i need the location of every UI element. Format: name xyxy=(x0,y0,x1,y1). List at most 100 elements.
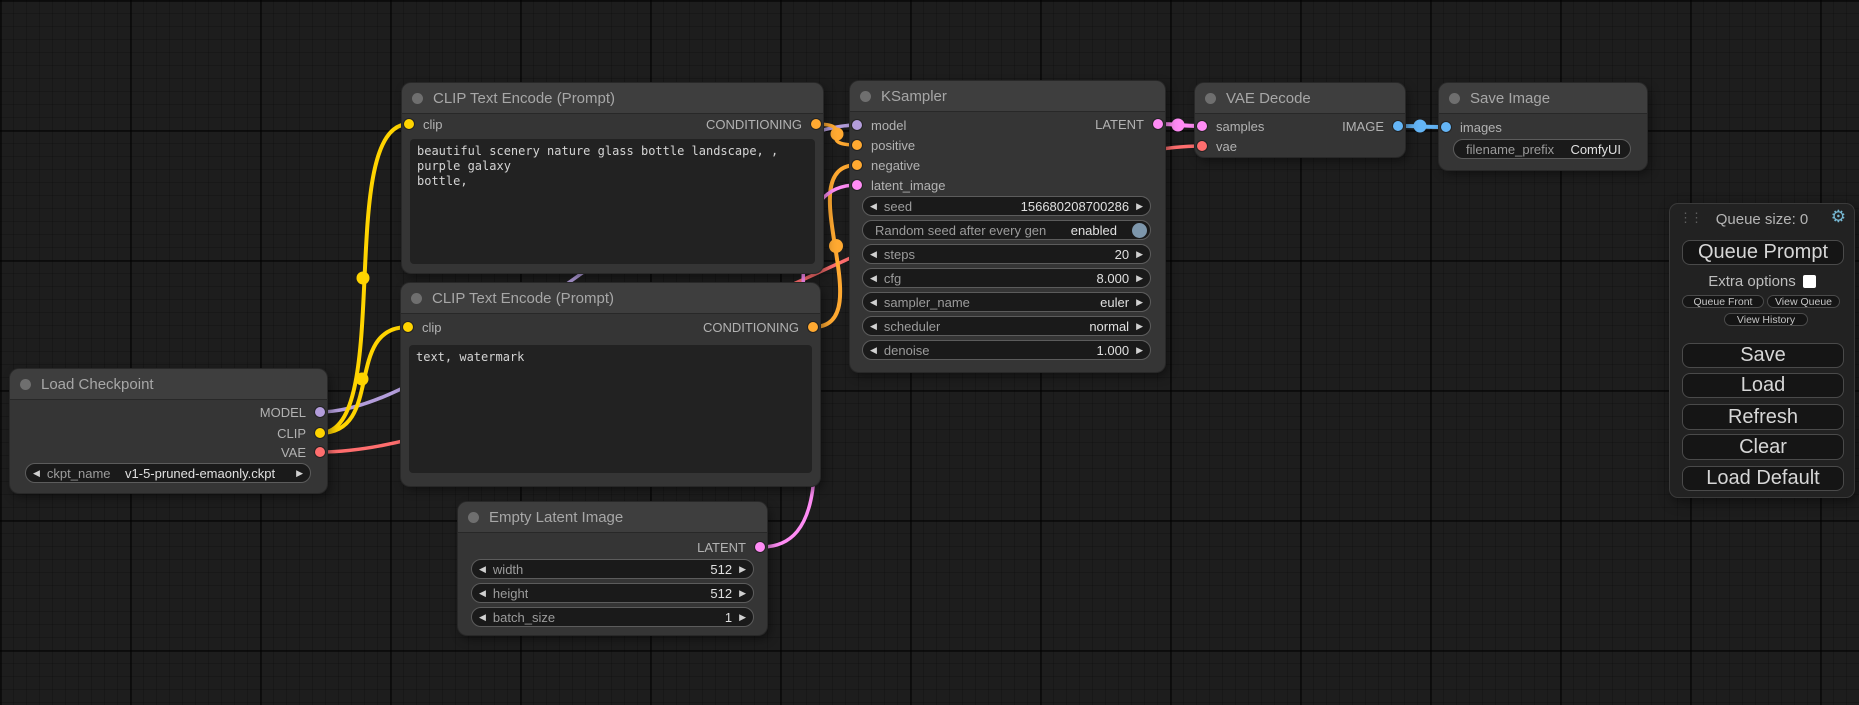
prompt-textarea[interactable]: text, watermark xyxy=(409,345,812,473)
port-dot-icon[interactable] xyxy=(808,322,818,332)
output-port-conditioning[interactable]: CONDITIONING xyxy=(703,321,818,333)
input-port-negative[interactable]: negative xyxy=(852,159,920,171)
decrement-arrow-icon[interactable]: ◀ xyxy=(870,250,877,259)
load-default-button[interactable]: Load Default xyxy=(1682,466,1844,491)
decrement-arrow-icon[interactable]: ◀ xyxy=(479,589,486,598)
input-port-vae[interactable]: vae xyxy=(1197,140,1237,152)
graph-canvas[interactable]: Load Checkpoint MODEL CLIP VAE ◀ ckpt_na… xyxy=(0,0,1859,705)
widget-random-seed-toggle[interactable]: Random seed after every gen enabled xyxy=(862,220,1151,240)
node-empty-latent-image[interactable]: Empty Latent Image LATENT ◀ width 512 ▶ … xyxy=(458,502,767,635)
widget-denoise[interactable]: ◀ denoise 1.000 ▶ xyxy=(862,340,1151,360)
input-port-positive[interactable]: positive xyxy=(852,139,915,151)
decrement-arrow-icon[interactable]: ◀ xyxy=(870,346,877,355)
input-port-images[interactable]: images xyxy=(1441,121,1502,133)
node-title-bar[interactable]: Empty Latent Image xyxy=(458,502,767,533)
widget-batch-size[interactable]: ◀ batch_size 1 ▶ xyxy=(471,607,754,627)
output-port-model[interactable]: MODEL xyxy=(260,406,325,418)
input-port-model[interactable]: model xyxy=(852,119,906,131)
node-clip-text-encode-positive[interactable]: CLIP Text Encode (Prompt) clip CONDITION… xyxy=(402,83,823,273)
increment-arrow-icon[interactable]: ▶ xyxy=(739,613,746,622)
widget-filename-prefix[interactable]: filename_prefix ComfyUI xyxy=(1453,139,1631,159)
port-dot-icon[interactable] xyxy=(852,160,862,170)
toggle-dot-icon[interactable] xyxy=(1132,223,1147,238)
increment-arrow-icon[interactable]: ▶ xyxy=(1136,250,1143,259)
node-title-bar[interactable]: KSampler xyxy=(850,81,1165,112)
output-port-latent[interactable]: LATENT xyxy=(697,541,765,553)
input-port-clip[interactable]: clip xyxy=(404,118,443,130)
output-port-latent[interactable]: LATENT xyxy=(1095,118,1163,130)
collapse-dot-icon[interactable] xyxy=(412,93,423,104)
node-title-bar[interactable]: CLIP Text Encode (Prompt) xyxy=(402,83,823,114)
port-dot-icon[interactable] xyxy=(315,428,325,438)
settings-gear-icon[interactable]: ⚙ xyxy=(1831,208,1846,225)
input-port-latent-image[interactable]: latent_image xyxy=(852,179,945,191)
output-port-image[interactable]: IMAGE xyxy=(1342,120,1403,132)
node-title-bar[interactable]: CLIP Text Encode (Prompt) xyxy=(401,283,820,314)
increment-arrow-icon[interactable]: ▶ xyxy=(739,565,746,574)
load-button[interactable]: Load xyxy=(1682,373,1844,398)
collapse-dot-icon[interactable] xyxy=(468,512,479,523)
port-dot-icon[interactable] xyxy=(404,119,414,129)
port-dot-icon[interactable] xyxy=(811,119,821,129)
node-save-image[interactable]: Save Image images filename_prefix ComfyU… xyxy=(1439,83,1647,170)
view-queue-button[interactable]: View Queue xyxy=(1767,295,1840,308)
decrement-arrow-icon[interactable]: ◀ xyxy=(479,565,486,574)
port-dot-icon[interactable] xyxy=(315,447,325,457)
increment-arrow-icon[interactable]: ▶ xyxy=(739,589,746,598)
prompt-textarea[interactable]: beautiful scenery nature glass bottle la… xyxy=(410,139,815,264)
node-title-bar[interactable]: Save Image xyxy=(1439,83,1647,114)
queue-front-button[interactable]: Queue Front xyxy=(1682,295,1764,308)
port-dot-icon[interactable] xyxy=(315,407,325,417)
decrement-arrow-icon[interactable]: ◀ xyxy=(870,298,877,307)
port-dot-icon[interactable] xyxy=(1197,141,1207,151)
widget-ckpt-name[interactable]: ◀ ckpt_name v1-5-pruned-emaonly.ckpt ▶ xyxy=(25,463,311,483)
decrement-arrow-icon[interactable]: ◀ xyxy=(479,613,486,622)
collapse-dot-icon[interactable] xyxy=(411,293,422,304)
input-port-samples[interactable]: samples xyxy=(1197,120,1264,132)
increment-arrow-icon[interactable]: ▶ xyxy=(296,469,303,478)
clear-button[interactable]: Clear xyxy=(1682,434,1844,460)
port-dot-icon[interactable] xyxy=(1197,121,1207,131)
refresh-button[interactable]: Refresh xyxy=(1682,404,1844,430)
collapse-dot-icon[interactable] xyxy=(20,379,31,390)
collapse-dot-icon[interactable] xyxy=(1449,93,1460,104)
increment-arrow-icon[interactable]: ▶ xyxy=(1136,274,1143,283)
port-dot-icon[interactable] xyxy=(755,542,765,552)
port-dot-icon[interactable] xyxy=(852,120,862,130)
decrement-arrow-icon[interactable]: ◀ xyxy=(870,322,877,331)
output-port-clip[interactable]: CLIP xyxy=(277,427,325,439)
widget-height[interactable]: ◀ height 512 ▶ xyxy=(471,583,754,603)
widget-scheduler[interactable]: ◀ scheduler normal ▶ xyxy=(862,316,1151,336)
output-port-vae[interactable]: VAE xyxy=(281,446,325,458)
increment-arrow-icon[interactable]: ▶ xyxy=(1136,202,1143,211)
port-dot-icon[interactable] xyxy=(1153,119,1163,129)
node-title-bar[interactable]: VAE Decode xyxy=(1195,83,1405,114)
decrement-arrow-icon[interactable]: ◀ xyxy=(870,202,877,211)
drag-handle-icon[interactable]: ⋮⋮ xyxy=(1679,211,1701,224)
port-dot-icon[interactable] xyxy=(852,180,862,190)
increment-arrow-icon[interactable]: ▶ xyxy=(1136,322,1143,331)
increment-arrow-icon[interactable]: ▶ xyxy=(1136,346,1143,355)
save-button[interactable]: Save xyxy=(1682,343,1844,368)
decrement-arrow-icon[interactable]: ◀ xyxy=(33,469,40,478)
node-vae-decode[interactable]: VAE Decode samples vae IMAGE xyxy=(1195,83,1405,157)
node-title-bar[interactable]: Load Checkpoint xyxy=(10,369,327,400)
collapse-dot-icon[interactable] xyxy=(860,91,871,102)
node-clip-text-encode-negative[interactable]: CLIP Text Encode (Prompt) clip CONDITION… xyxy=(401,283,820,486)
widget-steps[interactable]: ◀ steps 20 ▶ xyxy=(862,244,1151,264)
port-dot-icon[interactable] xyxy=(852,140,862,150)
node-ksampler[interactable]: KSampler model positive negative latent_… xyxy=(850,81,1165,372)
widget-cfg[interactable]: ◀ cfg 8.000 ▶ xyxy=(862,268,1151,288)
port-dot-icon[interactable] xyxy=(1441,122,1451,132)
decrement-arrow-icon[interactable]: ◀ xyxy=(870,274,877,283)
queue-prompt-button[interactable]: Queue Prompt xyxy=(1682,240,1844,265)
port-dot-icon[interactable] xyxy=(1393,121,1403,131)
increment-arrow-icon[interactable]: ▶ xyxy=(1136,298,1143,307)
collapse-dot-icon[interactable] xyxy=(1205,93,1216,104)
widget-seed[interactable]: ◀ seed 156680208700286 ▶ xyxy=(862,196,1151,216)
widget-sampler-name[interactable]: ◀ sampler_name euler ▶ xyxy=(862,292,1151,312)
extra-options-checkbox[interactable] xyxy=(1803,275,1816,288)
input-port-clip[interactable]: clip xyxy=(403,321,442,333)
widget-width[interactable]: ◀ width 512 ▶ xyxy=(471,559,754,579)
port-dot-icon[interactable] xyxy=(403,322,413,332)
